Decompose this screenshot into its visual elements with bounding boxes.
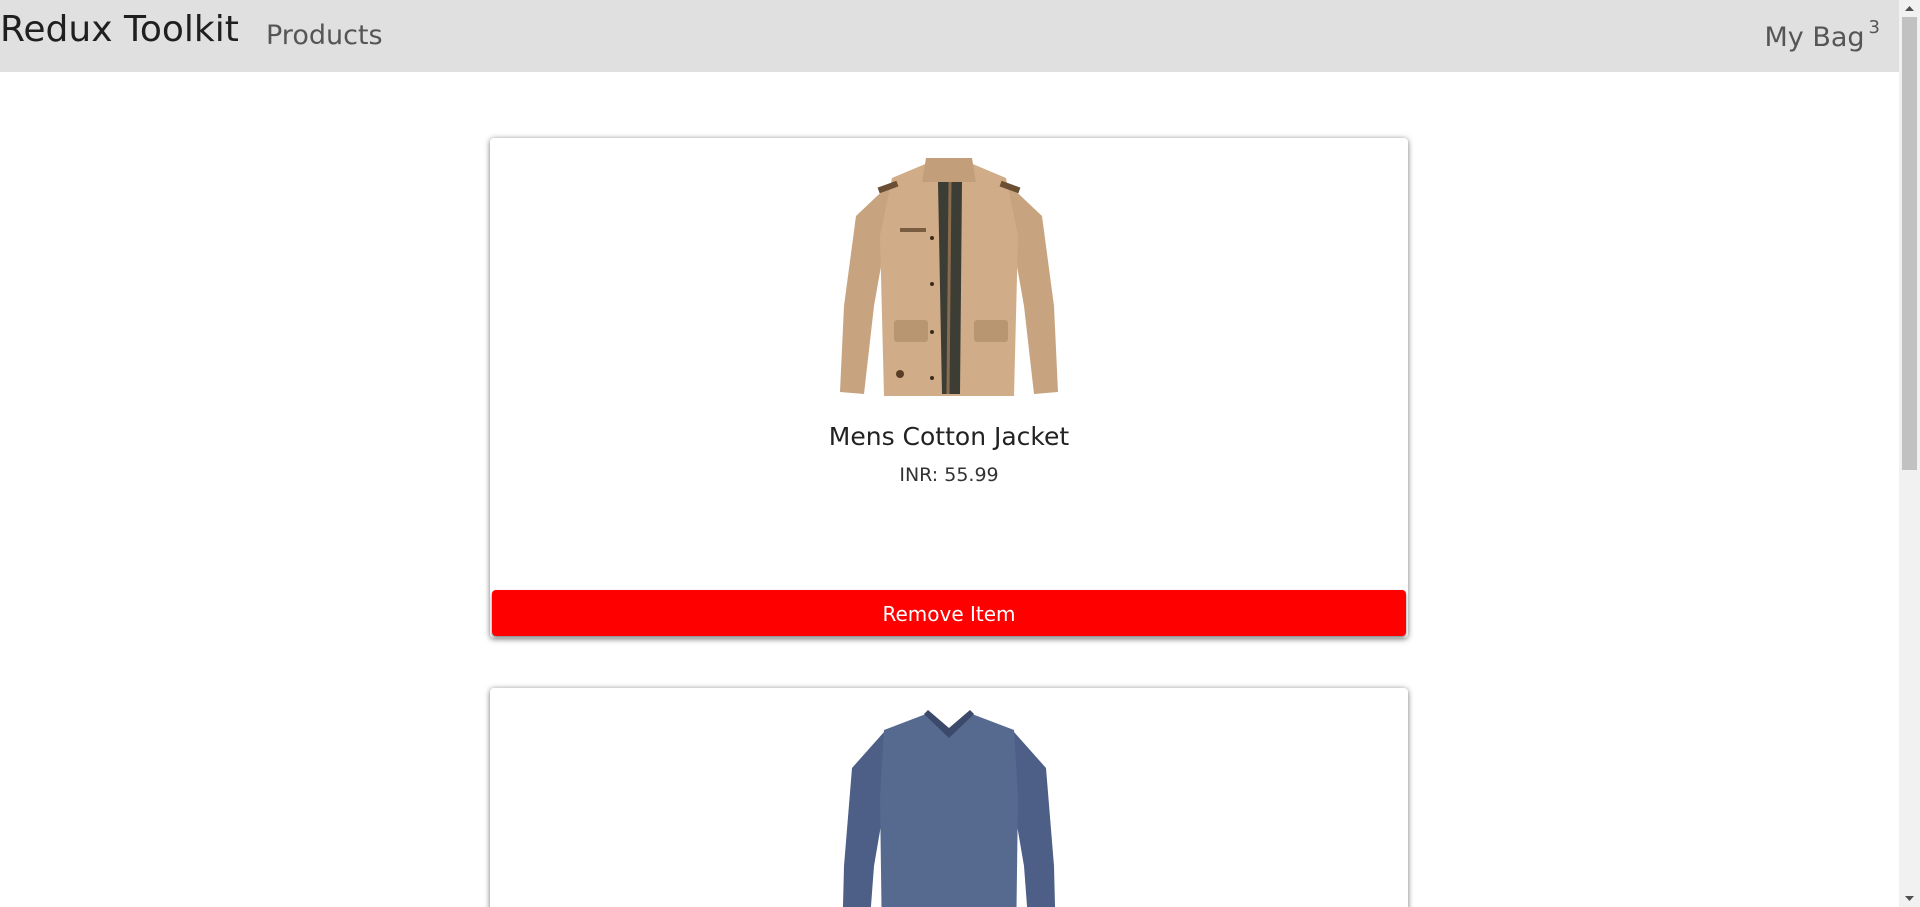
my-bag-link[interactable]: My Bag 3 bbox=[1764, 17, 1880, 53]
navbar: Redux Toolkit Products My Bag 3 bbox=[0, 0, 1899, 72]
remove-item-button[interactable]: Remove Item bbox=[492, 590, 1406, 636]
scroll-up-arrow-icon[interactable] bbox=[1899, 0, 1920, 17]
bag-label: My Bag bbox=[1764, 22, 1865, 53]
brand-title[interactable]: Redux Toolkit bbox=[0, 9, 239, 50]
tshirt-image bbox=[842, 710, 1056, 907]
jacket-image bbox=[840, 158, 1058, 396]
page: Redux Toolkit Products My Bag 3 Mens Cot… bbox=[0, 0, 1899, 907]
bag-count-badge: 3 bbox=[1868, 17, 1880, 38]
product-title: Mens Cotton Jacket bbox=[828, 422, 1070, 451]
product-card: Mens Cotton Jacket INR: 55.99 Remove Ite… bbox=[490, 138, 1408, 638]
scrollbar-thumb[interactable] bbox=[1902, 17, 1917, 470]
nav-link-products[interactable]: Products bbox=[266, 20, 383, 51]
product-price: INR: 55.99 bbox=[899, 464, 999, 486]
product-card bbox=[490, 688, 1408, 907]
scroll-down-arrow-icon[interactable] bbox=[1899, 890, 1920, 907]
vertical-scrollbar[interactable] bbox=[1899, 0, 1920, 907]
